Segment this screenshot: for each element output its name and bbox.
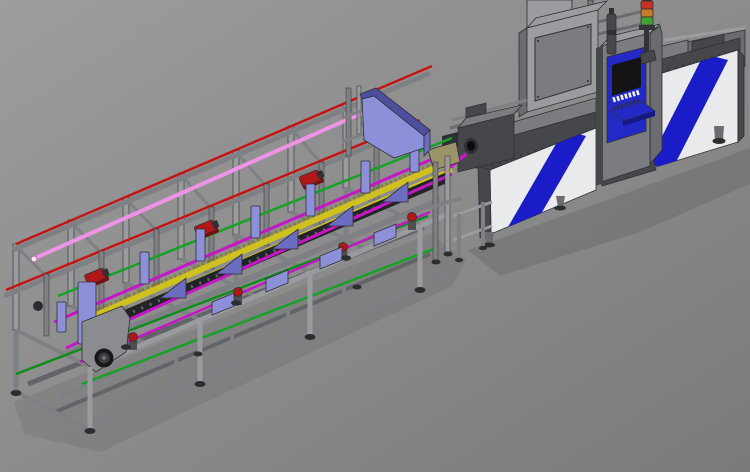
foot <box>341 255 351 261</box>
sprocket <box>408 213 417 231</box>
post <box>233 150 239 235</box>
lamp-green <box>641 17 653 25</box>
foot <box>479 246 487 250</box>
bracket-flag <box>57 302 66 332</box>
tower-right-side <box>650 26 662 164</box>
bracket-flag <box>361 161 370 193</box>
tower-left-edge <box>596 46 603 186</box>
lamp-pole <box>644 30 649 54</box>
foot <box>85 428 96 434</box>
screw <box>587 80 589 82</box>
hopper-post <box>346 88 351 156</box>
table-leg <box>481 202 485 246</box>
foot-pad <box>554 206 566 211</box>
post <box>433 162 438 260</box>
foot <box>353 285 362 290</box>
post <box>288 126 294 212</box>
adjust-knob <box>33 301 43 311</box>
tube-end-cap <box>31 256 37 262</box>
bracket-flag <box>140 252 149 284</box>
cad-viewport <box>0 0 750 472</box>
screw <box>537 40 539 42</box>
foot <box>231 300 241 306</box>
pneumatic-cylinder <box>607 8 616 54</box>
screw <box>587 26 589 28</box>
foot <box>444 252 453 257</box>
control-tower <box>596 24 662 186</box>
bracket-flag <box>196 229 205 261</box>
screw <box>537 96 539 98</box>
foot-pad <box>713 138 726 144</box>
foot <box>432 260 441 265</box>
post <box>154 229 159 291</box>
bed-end-cap <box>738 50 744 142</box>
bracket-flag <box>306 184 315 216</box>
foot-stem <box>714 126 724 140</box>
foot <box>455 258 463 262</box>
foot <box>305 334 316 340</box>
cylinder-band <box>607 30 616 35</box>
sprocket-wheel <box>408 213 417 222</box>
table-leg <box>457 214 461 258</box>
chuck-bore <box>467 141 475 151</box>
lamp-base <box>639 25 655 30</box>
bracket-flag <box>251 206 260 238</box>
lamp-red <box>641 1 653 9</box>
foot <box>195 381 206 387</box>
foot <box>194 352 203 357</box>
foot <box>121 344 131 350</box>
handwheel <box>95 349 114 368</box>
foot <box>11 390 22 396</box>
lamp-orange <box>641 9 653 17</box>
sprocket-wheel <box>234 288 243 297</box>
foot <box>415 287 426 293</box>
sprocket-wheel <box>129 333 138 342</box>
wheel-hub <box>102 356 106 360</box>
post <box>44 274 49 336</box>
cabinet-left-side <box>519 28 527 117</box>
